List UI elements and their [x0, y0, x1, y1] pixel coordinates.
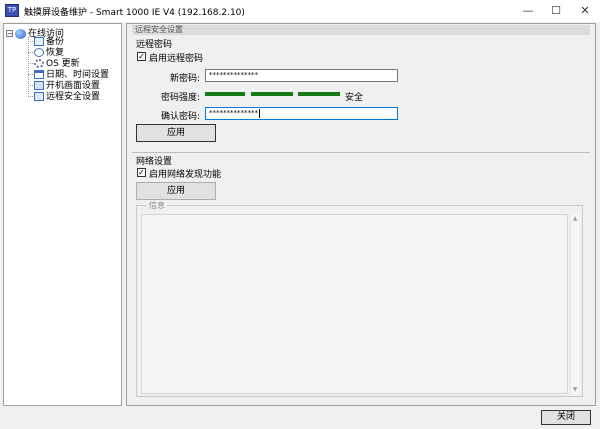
password-strength-label: 密码强度:	[160, 93, 200, 103]
new-password-field[interactable]: **************	[205, 69, 398, 82]
strength-segment-2	[251, 92, 293, 96]
text-caret	[259, 108, 260, 118]
minimize-button[interactable]: —	[513, 0, 543, 22]
strength-segment-3	[298, 92, 340, 96]
close-window-button[interactable]: ✕	[570, 0, 600, 22]
info-groupbox: 信息 ▲ ▼	[136, 200, 583, 397]
monitor-icon	[34, 92, 44, 101]
network-settings-title: 网络设置	[136, 157, 173, 167]
info-legend: 信息	[147, 200, 167, 211]
tp-device-icon: TP	[5, 4, 19, 17]
restore-icon	[34, 48, 44, 57]
tree-item-label: 开机画面设置	[46, 81, 101, 91]
enable-network-discovery-checkbox[interactable]: ✓	[137, 168, 146, 177]
apply-network-button[interactable]: 应用	[136, 182, 216, 200]
strength-segment-1	[205, 92, 245, 96]
scroll-up-icon[interactable]: ▲	[571, 214, 579, 223]
password-strength-text: 安全	[345, 93, 364, 103]
section-title: 远程安全设置	[132, 25, 590, 35]
online-access-icon	[15, 28, 26, 39]
title-bar: TP 触摸屏设备维护 - Smart 1000 IE V4 (192.168.2…	[0, 0, 600, 22]
backup-icon	[34, 37, 44, 46]
network-settings-group: 网络设置 ✓ 启用网络发现功能 应用	[132, 152, 590, 202]
info-textarea[interactable]	[141, 214, 568, 394]
apply-password-button[interactable]: 应用	[136, 124, 216, 142]
confirm-password-value: **************	[209, 109, 258, 117]
navigation-tree: − 在线访问 备份 恢复 OS 更新 日期、时间设置 开机画面设置 远程安全设置	[3, 23, 122, 406]
tree-item-label: 远程安全设置	[46, 92, 101, 102]
tree-item-splash-screen[interactable]: 开机画面设置	[28, 81, 100, 92]
window-title: 触摸屏设备维护 - Smart 1000 IE V4 (192.168.2.10…	[24, 8, 245, 18]
tree-item-label: 日期、时间设置	[46, 70, 110, 80]
tree-item-restore[interactable]: 恢复	[28, 48, 64, 59]
splash-screen-icon	[34, 81, 44, 90]
enable-network-discovery-label: 启用网络发现功能	[149, 170, 222, 180]
new-password-label: 新密码:	[169, 74, 200, 84]
confirm-password-label: 确认密码:	[160, 112, 200, 122]
tree-item-label: 备份	[46, 37, 65, 47]
tree-item-label: 恢复	[46, 48, 65, 58]
collapse-icon[interactable]: −	[6, 30, 13, 38]
calendar-icon	[34, 70, 44, 79]
remote-password-group: 远程密码 ✓ 启用远程密码 新密码: ************** 密码强度: …	[132, 36, 590, 152]
info-scrollbar[interactable]: ▲ ▼	[570, 214, 579, 394]
settings-panel: 远程安全设置 远程密码 ✓ 启用远程密码 新密码: **************…	[126, 23, 596, 406]
remote-password-title: 远程密码	[136, 40, 173, 50]
maximize-button[interactable]: ☐	[541, 0, 571, 22]
close-button[interactable]: 关闭	[541, 410, 591, 425]
enable-remote-password-label: 启用远程密码	[149, 54, 204, 64]
tree-item-backup[interactable]: 备份	[28, 37, 64, 48]
tree-item-remote-security[interactable]: 远程安全设置	[28, 92, 100, 103]
tree-item-label: OS 更新	[46, 59, 80, 69]
enable-remote-password-checkbox[interactable]: ✓	[137, 52, 146, 61]
confirm-password-field[interactable]: **************	[205, 107, 398, 120]
os-update-icon	[34, 59, 44, 68]
scroll-down-icon[interactable]: ▼	[571, 385, 579, 394]
tree-item-os-update[interactable]: OS 更新	[28, 59, 80, 70]
tree-item-datetime[interactable]: 日期、时间设置	[28, 70, 109, 81]
